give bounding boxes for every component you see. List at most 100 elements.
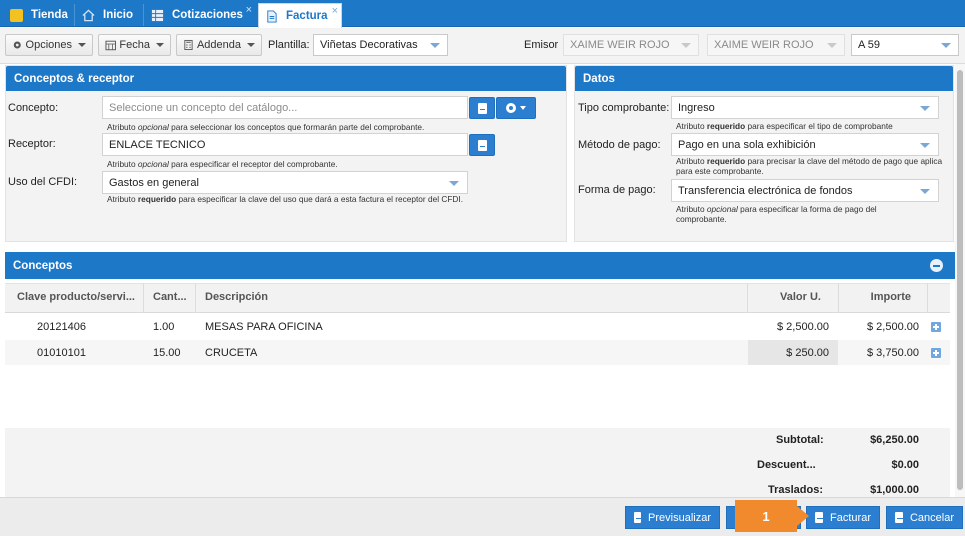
metodo-pago-select[interactable]: Pago en una sola exhibición xyxy=(671,133,939,156)
panel-title: Conceptos & receptor xyxy=(6,66,566,91)
subtotal-label: Subtotal: xyxy=(776,434,824,446)
document-icon xyxy=(815,512,824,523)
row-valor: $ 2,500.00 xyxy=(777,321,829,333)
gear-icon xyxy=(13,41,21,49)
traslados-value: $1,000.00 xyxy=(870,484,919,496)
add-receptor-button[interactable] xyxy=(469,134,495,156)
tab-factura[interactable]: Factura × xyxy=(258,3,342,28)
row-importe: $ 3,750.00 xyxy=(867,347,919,359)
chevron-down-icon xyxy=(827,43,837,48)
options-button[interactable]: Opciones xyxy=(5,34,93,56)
row-valor: $ 250.00 xyxy=(786,347,829,359)
receptor-label: Receptor: xyxy=(8,138,56,150)
tab-inicio[interactable]: Inicio xyxy=(76,3,142,27)
preview-icon xyxy=(634,512,643,523)
grid-title: Conceptos xyxy=(5,252,955,279)
chevron-down-icon xyxy=(78,43,86,47)
document-icon xyxy=(267,9,277,23)
chevron-down-icon xyxy=(449,181,459,186)
column-header-clave[interactable]: Clave producto/servi... xyxy=(17,291,135,303)
column-divider xyxy=(927,283,928,313)
row-descripcion: CRUCETA xyxy=(205,347,258,359)
chevron-down-icon xyxy=(920,106,930,111)
vertical-scrollbar[interactable] xyxy=(955,64,965,497)
grid-title-text: Conceptos xyxy=(13,259,73,272)
home-icon xyxy=(82,9,95,21)
template-value: Viñetas Decorativas xyxy=(320,39,418,51)
gear-icon xyxy=(506,103,526,113)
tab-label: Inicio xyxy=(103,9,134,21)
facturar-button[interactable]: Facturar xyxy=(806,506,880,529)
concepto-hint: Atributo opcional para seleccionar los c… xyxy=(107,122,425,132)
chevron-down-icon xyxy=(430,43,440,48)
options-label: Opciones xyxy=(25,39,72,51)
emisor-label: Emisor xyxy=(524,39,559,51)
row-cantidad: 15.00 xyxy=(153,347,181,359)
tab-separator xyxy=(74,4,75,26)
column-divider xyxy=(195,283,196,313)
preview-button[interactable]: Previsualizar xyxy=(625,506,720,529)
expand-row-icon[interactable] xyxy=(931,348,941,358)
tipo-comprobante-select[interactable]: Ingreso xyxy=(671,96,939,119)
column-header-cantidad[interactable]: Cant... xyxy=(153,291,187,303)
column-header-descripcion[interactable]: Descripción xyxy=(205,291,268,303)
uso-cfdi-label: Uso del CFDI: xyxy=(8,176,78,188)
emisor-secondary-value: XAIME WEIR ROJO xyxy=(714,39,814,51)
uso-cfdi-select[interactable]: Gastos en general xyxy=(102,171,468,194)
metodo-pago-hint: Atributo requerido para precisar la clav… xyxy=(676,156,943,176)
concepto-input[interactable]: Seleccione un concepto del catálogo... xyxy=(102,96,468,119)
concepto-label: Concepto: xyxy=(8,102,59,114)
chevron-down-icon xyxy=(941,43,951,48)
tab-separator xyxy=(143,4,144,26)
template-select[interactable]: Viñetas Decorativas xyxy=(313,34,448,56)
column-header-valor[interactable]: Valor U. xyxy=(747,291,821,303)
emisor-select[interactable]: XAIME WEIR ROJO xyxy=(563,34,699,56)
uso-cfdi-hint: Atributo requerido para especificar la c… xyxy=(107,194,464,204)
scrollbar-thumb[interactable] xyxy=(957,70,963,490)
tab-tienda[interactable]: Tienda xyxy=(4,3,72,27)
addenda-button[interactable]: Addenda xyxy=(176,34,262,56)
date-label: Fecha xyxy=(119,39,150,51)
collapse-icon[interactable] xyxy=(930,259,943,272)
receptor-value: ENLACE TECNICO xyxy=(109,138,206,151)
grid-icon xyxy=(151,9,164,21)
document-icon xyxy=(477,102,487,114)
tab-label: Tienda xyxy=(31,9,68,21)
close-icon[interactable]: × xyxy=(332,5,338,17)
date-button[interactable]: Fecha xyxy=(98,34,171,56)
cancelar-button[interactable]: Cancelar xyxy=(886,506,963,529)
expand-row-icon[interactable] xyxy=(931,322,941,332)
facturar-label: Facturar xyxy=(830,511,871,524)
conceptos-receptor-panel: Conceptos & receptor Concepto: Seleccion… xyxy=(5,65,567,242)
concepto-placeholder: Seleccione un concepto del catálogo... xyxy=(109,101,298,114)
add-concepto-button[interactable] xyxy=(469,97,495,119)
cancelar-label: Cancelar xyxy=(909,511,954,524)
chevron-down-icon xyxy=(920,189,930,194)
subtotal-value: $6,250.00 xyxy=(870,434,919,446)
serie-select[interactable]: A 59 xyxy=(851,34,959,56)
row-clave: 01010101 xyxy=(37,347,86,359)
metodo-pago-value: Pago en una sola exhibición xyxy=(678,138,816,151)
close-icon[interactable]: × xyxy=(246,4,252,16)
row-cantidad: 1.00 xyxy=(153,321,175,333)
descuento-label: Descuent... xyxy=(757,459,816,471)
emisor-secondary-select[interactable]: XAIME WEIR ROJO xyxy=(707,34,845,56)
document-icon xyxy=(477,139,487,151)
chevron-down-icon xyxy=(681,43,691,48)
uso-cfdi-value: Gastos en general xyxy=(109,176,199,189)
forma-pago-select[interactable]: Transferencia electrónica de fondos xyxy=(671,179,939,202)
chevron-down-icon xyxy=(156,43,164,47)
column-header-importe[interactable]: Importe xyxy=(838,291,911,303)
traslados-label: Traslados: xyxy=(768,484,824,496)
folder-icon xyxy=(10,8,23,22)
panel-title: Datos xyxy=(575,66,953,91)
tab-label: Cotizaciones xyxy=(172,9,243,21)
calculator-icon xyxy=(184,39,193,51)
tab-label: Factura xyxy=(286,10,328,22)
receptor-input[interactable]: ENLACE TECNICO xyxy=(102,133,468,156)
serie-value: A 59 xyxy=(858,39,881,51)
concepto-settings-button[interactable] xyxy=(496,97,536,119)
addenda-label: Addenda xyxy=(196,39,241,51)
toolbar: Opciones Fecha Addenda Plantilla: Viñeta… xyxy=(0,28,965,64)
tab-cotizaciones[interactable]: Cotizaciones × xyxy=(145,3,255,27)
